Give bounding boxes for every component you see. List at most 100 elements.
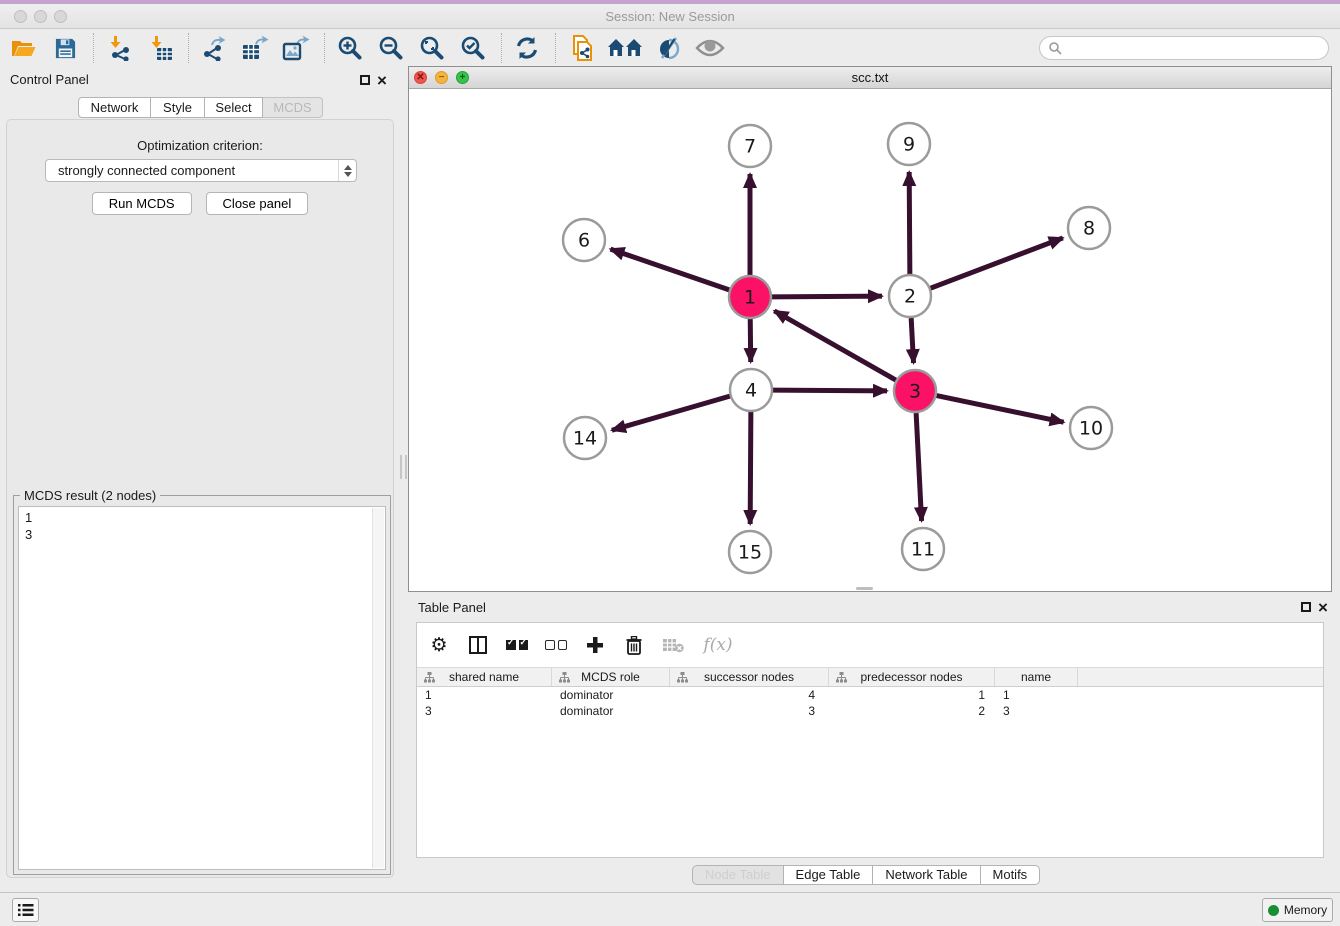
cell-mcds-role[interactable]: dominator: [552, 703, 670, 719]
cell-predecessor-nodes[interactable]: 1: [829, 687, 995, 703]
add-column-button[interactable]: [584, 634, 606, 656]
table-panel-close-icon[interactable]: ×: [1318, 602, 1328, 614]
zoom-fit-button[interactable]: [416, 33, 448, 63]
clone-network-button[interactable]: [565, 33, 597, 63]
import-network-button[interactable]: [103, 33, 135, 63]
tab-select[interactable]: Select: [205, 97, 263, 118]
canvas-horizontal-scroll-thumb[interactable]: [856, 587, 873, 590]
zoom-out-button[interactable]: [375, 33, 407, 63]
import-table-icon: [147, 35, 173, 61]
apply-layout-button[interactable]: [511, 33, 543, 63]
toolbar-separator: [555, 33, 556, 63]
panel-divider-handle[interactable]: [400, 455, 407, 479]
zoom-in-button[interactable]: [334, 33, 366, 63]
mcds-result-textarea[interactable]: 1 3: [18, 506, 386, 870]
tab-edge-table[interactable]: Edge Table: [784, 865, 874, 885]
table-panel-float-icon[interactable]: [1301, 602, 1311, 612]
task-history-button[interactable]: [12, 898, 39, 922]
column-label: predecessor nodes: [860, 670, 962, 684]
control-panel-tabs: Network Style Select MCDS: [78, 97, 323, 118]
zoom-selected-button[interactable]: [457, 33, 489, 63]
column-header-mcds-role[interactable]: MCDS role: [552, 668, 670, 686]
table-row[interactable]: 1 dominator 4 1 1: [417, 687, 1323, 703]
import-table-button[interactable]: [144, 33, 176, 63]
graph-edge-4-3[interactable]: [773, 390, 887, 391]
hide-graphics-details-button[interactable]: [653, 33, 685, 63]
graph-edge-4-14[interactable]: [612, 396, 730, 430]
tab-network-table[interactable]: Network Table: [873, 865, 980, 885]
graph-edge-2-3[interactable]: [911, 318, 913, 363]
cell-successor-nodes[interactable]: 3: [670, 703, 829, 719]
select-stepper-icon: [338, 160, 356, 181]
cell-successor-nodes[interactable]: 4: [670, 687, 829, 703]
cell-name[interactable]: 3: [995, 703, 1078, 719]
close-panel-button[interactable]: Close panel: [206, 192, 309, 215]
open-session-button[interactable]: [8, 33, 40, 63]
delete-table-button[interactable]: [662, 634, 684, 656]
column-header-name[interactable]: name: [995, 668, 1078, 686]
cell-shared-name[interactable]: 3: [417, 703, 552, 719]
save-session-button[interactable]: [49, 33, 81, 63]
graph-node-label: 1: [744, 287, 756, 309]
column-header-successor-nodes[interactable]: successor nodes: [670, 668, 829, 686]
search-input[interactable]: [1062, 41, 1320, 55]
graph-edge-3-11[interactable]: [916, 413, 921, 521]
toolbar-search[interactable]: [1039, 36, 1329, 60]
criterion-select[interactable]: strongly connected component: [45, 159, 357, 182]
app-titlebar: Session: New Session: [0, 4, 1340, 29]
graph-node-label: 2: [904, 286, 916, 308]
export-network-button[interactable]: [198, 33, 230, 63]
tab-network[interactable]: Network: [78, 97, 151, 118]
graph-edge-1-2[interactable]: [772, 296, 882, 297]
cell-shared-name[interactable]: 1: [417, 687, 552, 703]
tab-motifs[interactable]: Motifs: [981, 865, 1041, 885]
tab-style[interactable]: Style: [151, 97, 205, 118]
split-view-button[interactable]: [467, 634, 489, 656]
select-all-button[interactable]: [506, 634, 528, 656]
cell-name[interactable]: 1: [995, 687, 1078, 703]
home-button[interactable]: [606, 33, 644, 63]
app-title: Session: New Session: [0, 9, 1340, 24]
graph-node-label: 9: [903, 134, 915, 156]
control-panel-close-icon[interactable]: ×: [377, 75, 387, 87]
result-scrollbar[interactable]: [372, 508, 384, 868]
export-image-icon: [282, 35, 310, 61]
deselect-all-button[interactable]: [545, 634, 567, 656]
network-window-titlebar[interactable]: ✕ − + scc.txt: [409, 67, 1331, 89]
graph-edge-2-9[interactable]: [909, 172, 910, 274]
column-header-predecessor-nodes[interactable]: predecessor nodes: [829, 668, 995, 686]
column-header-shared-name[interactable]: shared name: [417, 668, 552, 686]
table-settings-button[interactable]: ⚙: [428, 634, 450, 656]
network-window-title: scc.txt: [409, 70, 1331, 85]
search-icon: [1048, 41, 1062, 55]
delete-column-button[interactable]: [623, 634, 645, 656]
export-image-button[interactable]: [280, 33, 312, 63]
main-toolbar: [0, 30, 1340, 66]
table-row[interactable]: 3 dominator 3 2 3: [417, 703, 1323, 719]
show-graphics-details-button[interactable]: [694, 33, 726, 63]
unchecked-box-icon: [545, 640, 555, 650]
graph-edge-4-15[interactable]: [750, 412, 751, 524]
table-panel-title: Table Panel: [418, 600, 486, 615]
zoom-selected-icon: [460, 35, 486, 61]
graph-edge-1-6[interactable]: [610, 249, 729, 290]
graph-edge-3-10[interactable]: [937, 396, 1064, 423]
graph-node-label: 11: [911, 539, 935, 561]
control-panel-float-icon[interactable]: [360, 75, 370, 85]
cell-mcds-role[interactable]: dominator: [552, 687, 670, 703]
function-builder-button[interactable]: f(x): [701, 634, 735, 656]
graph-edge-3-1[interactable]: [774, 311, 896, 380]
refresh-layout-icon: [514, 35, 540, 61]
tab-node-table[interactable]: Node Table: [692, 865, 784, 885]
export-table-button[interactable]: [239, 33, 271, 63]
run-mcds-button[interactable]: Run MCDS: [92, 192, 192, 215]
optimization-criterion-label: Optimization criterion:: [7, 138, 393, 153]
tab-mcds[interactable]: MCDS: [263, 97, 323, 118]
graph-svg[interactable]: 1234678910111415: [409, 89, 1331, 591]
graph-node-label: 7: [744, 136, 756, 158]
cell-predecessor-nodes[interactable]: 2: [829, 703, 995, 719]
memory-button[interactable]: Memory: [1262, 898, 1333, 922]
graph-edge-2-8[interactable]: [931, 238, 1063, 288]
result-line: 1: [19, 507, 385, 526]
network-canvas[interactable]: 1234678910111415: [409, 89, 1331, 591]
